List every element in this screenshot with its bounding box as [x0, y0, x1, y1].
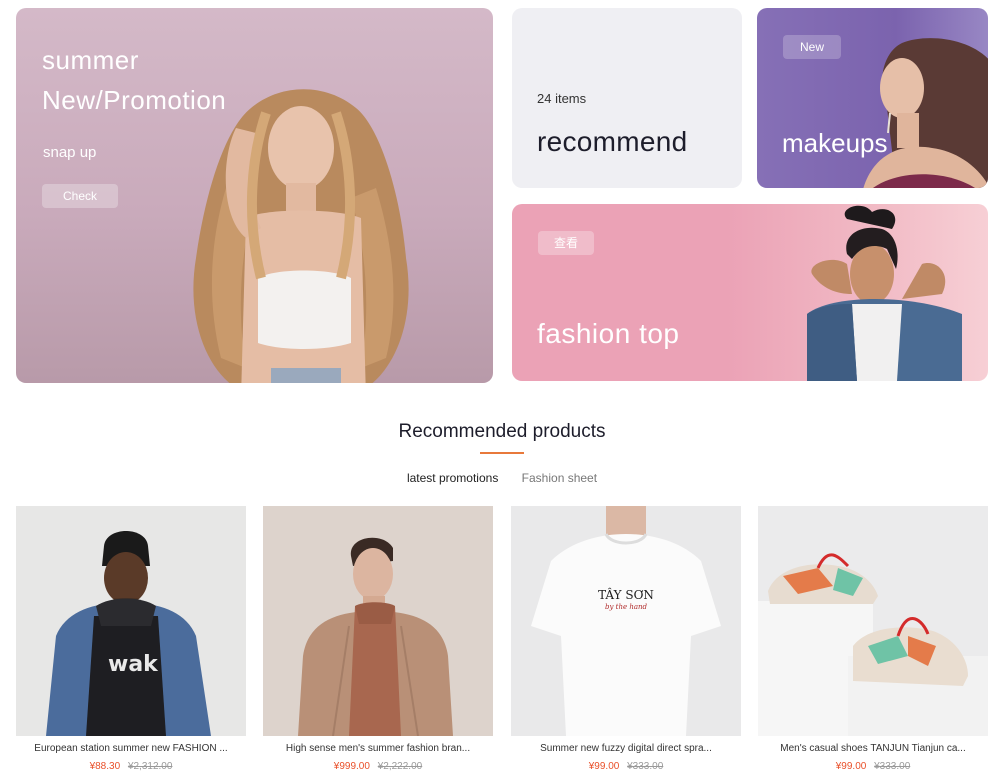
section-title: Recommended products — [398, 421, 606, 442]
product-price: ¥88.30 — [89, 761, 121, 772]
makeups-banner[interactable]: New makeups — [757, 8, 988, 188]
view-badge[interactable]: 查看 — [538, 231, 594, 255]
product-photo-sneakers — [758, 506, 988, 736]
product-price: ¥999.00 — [333, 761, 370, 772]
product-prices: ¥999.00 ¥2,222.00 — [263, 761, 493, 772]
summer-banner-title: summer New/Promotion — [42, 40, 226, 120]
product-image[interactable]: wak — [16, 506, 246, 736]
tab-latest-promotions[interactable]: latest promotions — [407, 471, 498, 485]
fashion-top-title: fashion top — [537, 318, 680, 349]
title-line-2: New/Promotion — [42, 85, 227, 115]
check-button[interactable]: Check — [42, 184, 118, 208]
product-price: ¥99.00 — [835, 761, 867, 772]
recommend-title: recommend — [537, 126, 688, 157]
product-photo-denim-jacket-man: wak — [16, 506, 246, 736]
new-badge: New — [783, 35, 841, 59]
product-card[interactable]: TÂY SƠN by the hand Summer new fuzzy dig… — [511, 506, 741, 772]
product-image[interactable]: TÂY SƠN by the hand — [511, 506, 741, 736]
product-name[interactable]: European station summer new FASHION ... — [16, 743, 246, 754]
section-underline — [480, 452, 524, 454]
product-card[interactable]: Men's casual shoes TANJUN Tianjun ca... … — [758, 506, 988, 772]
product-tabs: latest promotions Fashion sheet — [0, 471, 1004, 485]
product-old-price: ¥333.00 — [874, 761, 911, 772]
product-image[interactable] — [758, 506, 988, 736]
product-card[interactable]: High sense men's summer fashion bran... … — [263, 506, 493, 772]
title-line-1: summer — [42, 45, 139, 75]
product-name[interactable]: Summer new fuzzy digital direct spra... — [511, 743, 741, 754]
product-prices: ¥99.00 ¥333.00 — [511, 761, 741, 772]
recommend-card[interactable]: 24 items recommend — [512, 8, 742, 188]
tshirt-print-subtext: by the hand — [605, 603, 648, 611]
svg-text:wak: wak — [108, 652, 159, 677]
makeups-title: makeups — [782, 128, 888, 158]
item-count: 24 items — [537, 91, 587, 106]
product-card[interactable]: wak European station summer new FASHION … — [16, 506, 246, 772]
makeup-model-photo — [863, 38, 988, 188]
product-old-price: ¥2,222.00 — [377, 761, 423, 772]
product-prices: ¥99.00 ¥333.00 — [758, 761, 988, 772]
fashion-model-photo — [807, 205, 962, 381]
tshirt-print-text: TÂY SƠN — [598, 587, 654, 602]
product-name[interactable]: High sense men's summer fashion bran... — [263, 743, 493, 754]
product-name[interactable]: Men's casual shoes TANJUN Tianjun ca... — [758, 743, 988, 754]
product-prices: ¥88.30 ¥2,312.00 — [16, 761, 246, 772]
product-old-price: ¥333.00 — [627, 761, 664, 772]
fashion-top-banner[interactable]: 查看 fashion top — [512, 204, 988, 381]
product-photo-coat-man — [263, 506, 493, 736]
summer-banner-subtitle: snap up — [43, 144, 97, 161]
product-price: ¥99.00 — [588, 761, 620, 772]
tab-fashion-sheet[interactable]: Fashion sheet — [522, 471, 597, 485]
summer-promotion-banner[interactable]: summer New/Promotion snap up Check — [16, 8, 493, 383]
product-old-price: ¥2,312.00 — [127, 761, 173, 772]
product-image[interactable] — [263, 506, 493, 736]
product-photo-white-tshirt: TÂY SƠN by the hand — [511, 506, 741, 736]
